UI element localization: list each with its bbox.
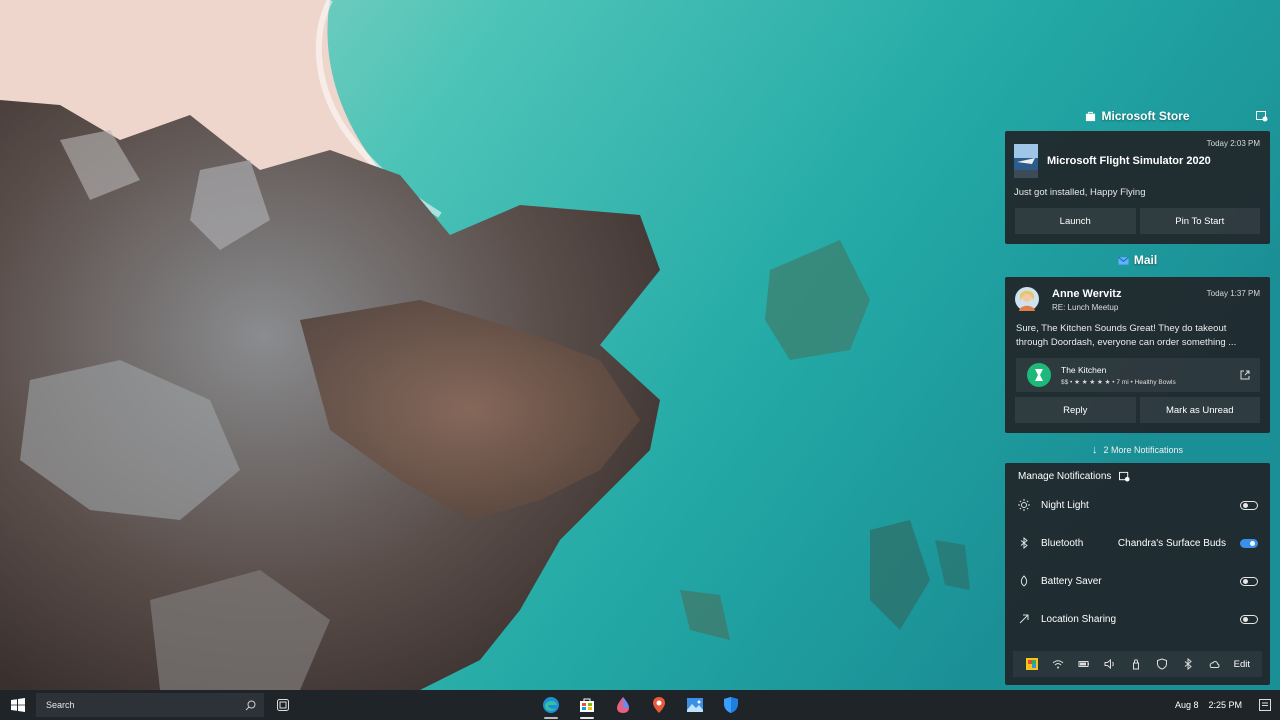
location-sharing-toggle[interactable] [1240,614,1258,624]
start-button[interactable] [0,690,36,720]
windows-logo-icon [11,698,25,712]
store-icon [1086,111,1096,121]
store-notification-message: Just got installed, Happy Flying [1014,187,1146,198]
mail-sender: Anne Wervitz [1052,288,1122,300]
the-kitchen-logo-icon [1027,363,1051,387]
mail-group-title: Mail [1133,253,1158,267]
reply-button[interactable]: Reply [1015,397,1136,423]
bluetooth-row[interactable]: Bluetooth Chandra's Surface Buds [1018,533,1258,553]
shield-icon[interactable] [1149,651,1175,677]
launch-button[interactable]: Launch [1015,208,1136,234]
edge-icon [543,697,559,713]
flight-simulator-thumbnail [1014,144,1038,178]
mail-body: Sure, The Kitchen Sounds Great! They do … [1016,323,1237,348]
color-icon[interactable] [1019,651,1045,677]
place-name: The Kitchen [1061,365,1107,375]
photos-app-button[interactable] [677,690,713,720]
more-notifications-link[interactable]: ↓ 2 More Notifications [1005,443,1270,457]
taskbar-clock[interactable]: Aug 8 2:25 PM [1175,690,1242,720]
wifi-icon[interactable] [1045,651,1071,677]
edit-button[interactable]: Edit [1234,659,1250,670]
defender-app-button[interactable] [713,690,749,720]
paint-app-button[interactable] [605,690,641,720]
night-light-icon [1018,499,1030,511]
battery-icon[interactable] [1071,651,1097,677]
store-group-title: Microsoft Store [1101,109,1190,123]
battery-saver-row[interactable]: Battery Saver [1018,571,1258,591]
search-placeholder: Search [46,700,75,710]
place-card[interactable]: The Kitchen $$ • ★ ★ ★ ★ ★ • 7 mi • Heal… [1016,358,1260,392]
volume-icon[interactable] [1097,651,1123,677]
night-light-row[interactable]: Night Light [1018,495,1258,515]
store-group-header: Microsoft Store [1005,106,1270,126]
store-app-button[interactable] [569,690,605,720]
defender-icon [724,697,738,713]
lock-icon[interactable] [1123,651,1149,677]
location-icon [1018,613,1030,625]
location-sharing-label: Location Sharing [1041,613,1117,625]
quick-settings-panel: Manage Notifications Night Light Bluetoo… [1005,463,1270,685]
mail-notification-card[interactable]: Anne Wervitz RE: Lunch Meetup Today 1:37… [1005,277,1270,433]
store-notification-card[interactable]: Today 2:03 PM Microsoft Flight Simulator… [1005,131,1270,244]
taskbar: Search Aug 8 2:25 PM [0,690,1280,720]
notification-center-icon[interactable] [1258,698,1272,712]
task-view-icon [277,699,289,711]
more-notifications-label: 2 More Notifications [1103,445,1184,455]
manage-notifications-label: Manage Notifications [1018,471,1112,482]
bluetooth-icon[interactable] [1175,651,1201,677]
maps-app-button[interactable] [641,690,677,720]
notification-settings-icon[interactable] [1256,110,1268,122]
bluetooth-toggle[interactable] [1240,538,1258,548]
bluetooth-status: Chandra's Surface Buds [1117,537,1226,549]
taskbar-time: 2:25 PM [1208,700,1242,710]
notification-settings-icon [1119,471,1130,482]
mail-icon [1117,256,1129,265]
bluetooth-icon [1018,537,1030,549]
system-tray-row: Edit [1013,651,1262,677]
task-view-button[interactable] [264,690,302,720]
store-icon [580,698,594,712]
sender-avatar [1015,287,1039,311]
edge-app-button[interactable] [533,690,569,720]
maps-icon [653,697,665,713]
night-light-label: Night Light [1041,499,1089,511]
store-notification-time: Today 2:03 PM [1206,139,1260,148]
manage-notifications-link[interactable]: Manage Notifications [1018,471,1130,482]
battery-saver-label: Battery Saver [1041,575,1102,587]
battery-saver-toggle[interactable] [1240,576,1258,586]
location-sharing-row[interactable]: Location Sharing [1018,609,1258,629]
night-light-toggle[interactable] [1240,500,1258,510]
place-details: $$ • ★ ★ ★ ★ ★ • 7 mi • Healthy Bowls [1061,379,1176,386]
taskbar-search-box[interactable]: Search [36,693,264,717]
store-app-title: Microsoft Flight Simulator 2020 [1047,155,1211,167]
cloud-icon[interactable] [1201,651,1227,677]
mail-subject: RE: Lunch Meetup [1052,303,1119,312]
mail-group-header: Mail [1005,250,1270,270]
bluetooth-label: Bluetooth [1041,537,1084,549]
taskbar-date: Aug 8 [1174,700,1199,710]
arrow-down-icon: ↓ [1091,444,1098,456]
battery-saver-icon [1018,575,1030,587]
mark-as-unread-button[interactable]: Mark as Unread [1139,397,1260,423]
photos-icon [687,698,703,712]
pin-to-start-button[interactable]: Pin To Start [1139,208,1260,234]
open-external-icon[interactable] [1240,370,1250,380]
mail-time: Today 1:37 PM [1206,289,1260,298]
search-icon [245,700,256,710]
paint-icon [617,697,629,713]
